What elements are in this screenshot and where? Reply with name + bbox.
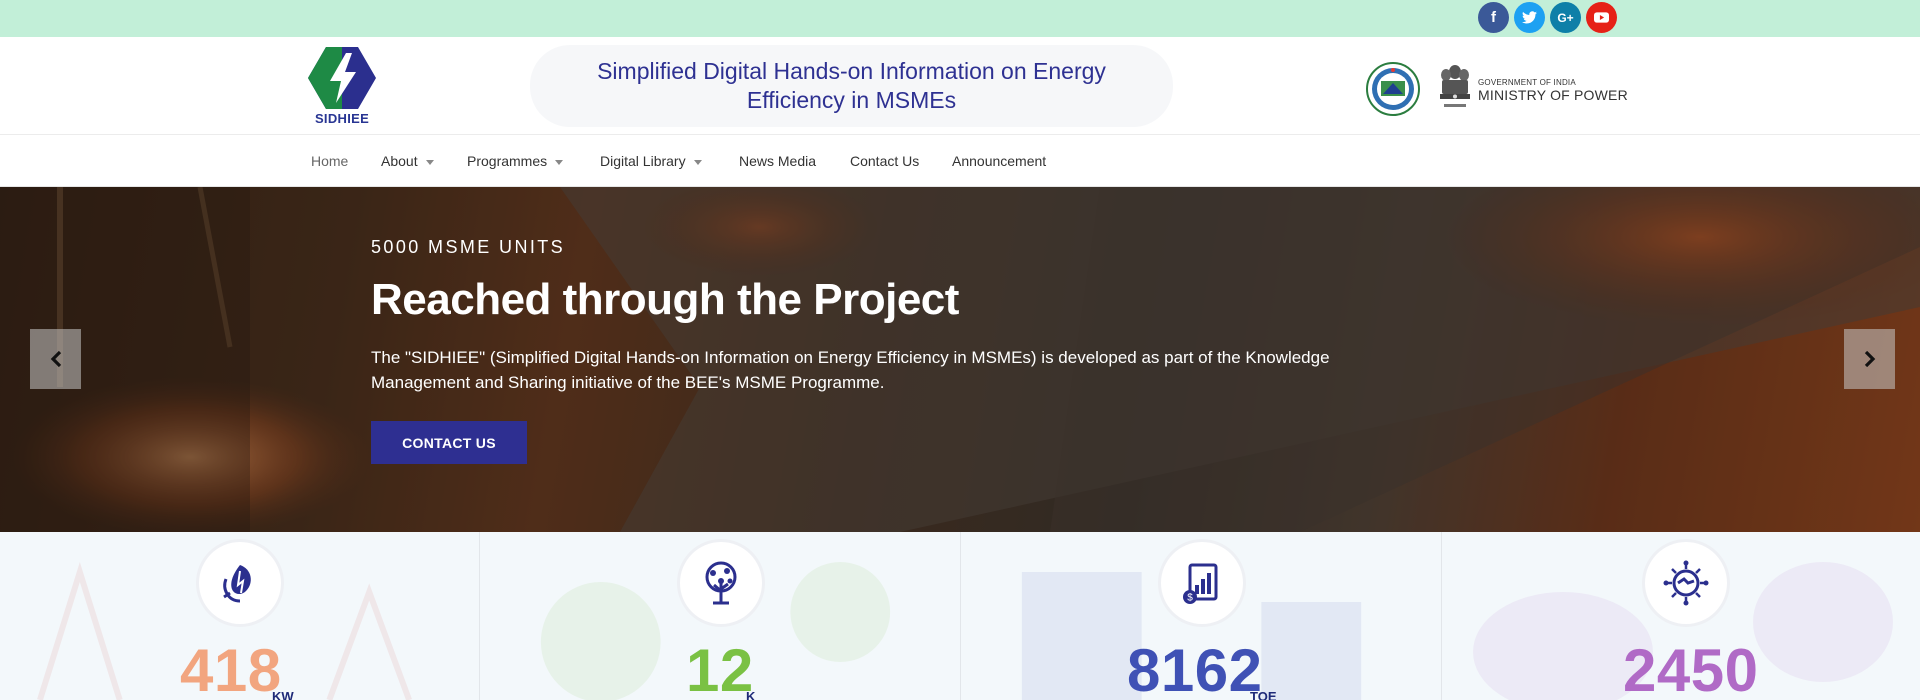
- site-header: SIDHIEE Simplified Digital Hands-on Info…: [0, 37, 1920, 135]
- gov-of-india-label: GOVERNMENT OF INDIA: [1478, 78, 1576, 87]
- stat-card: 2450: [1443, 532, 1920, 700]
- stat-card: $ 8162 TOE: [962, 532, 1442, 700]
- nav-programmes[interactable]: Programmes: [467, 135, 564, 187]
- sidhiee-logo-mark: [308, 47, 376, 109]
- nav-contact-us[interactable]: Contact Us: [850, 135, 919, 187]
- stat-value: 12: [686, 637, 754, 700]
- stat-value: 8162: [1127, 637, 1263, 700]
- main-nav: Home About Programmes Digital Library Ne…: [0, 135, 1920, 187]
- nav-home-label: Home: [311, 153, 349, 169]
- nav-news-media[interactable]: News Media: [739, 135, 816, 187]
- stat-unit: TOE: [1250, 689, 1277, 700]
- bee-seal-logo: [1366, 62, 1420, 116]
- chevron-down-icon: [425, 159, 434, 165]
- nav-home[interactable]: Home: [311, 135, 348, 187]
- slider-prev-button[interactable]: [30, 329, 81, 389]
- stat-value: 418: [180, 637, 282, 700]
- tree-icon: [680, 542, 762, 624]
- sidhiee-logo[interactable]: SIDHIEE: [306, 45, 378, 129]
- chevron-right-icon: [1864, 351, 1875, 367]
- slider-next-button[interactable]: [1844, 329, 1895, 389]
- savings-report-icon: $: [1161, 542, 1243, 624]
- stat-card: 12 K: [481, 532, 961, 700]
- nav-contact-us-label: Contact Us: [850, 153, 920, 169]
- nav-about-label: About: [381, 153, 418, 169]
- nav-news-media-label: News Media: [739, 153, 817, 169]
- nav-digital-library-label: Digital Library: [600, 153, 686, 169]
- chevron-left-icon: [50, 351, 61, 367]
- stat-unit: KW: [272, 689, 294, 700]
- logo-text: SIDHIEE: [314, 111, 370, 126]
- facebook-icon[interactable]: f: [1478, 2, 1509, 33]
- stat-unit: K: [746, 689, 756, 700]
- youtube-icon[interactable]: [1586, 2, 1617, 33]
- ministry-of-power-label: MINISTRY OF POWER: [1478, 87, 1628, 103]
- nav-announcement[interactable]: Announcement: [952, 135, 1046, 187]
- stat-value: 2450: [1623, 637, 1759, 700]
- handshake-network-icon: [1645, 542, 1727, 624]
- nav-digital-library[interactable]: Digital Library: [600, 135, 702, 187]
- hero-eyebrow: 5000 MSME UNITS: [371, 237, 566, 257]
- chevron-down-icon: [693, 159, 702, 165]
- nav-about[interactable]: About: [381, 135, 434, 187]
- top-bar: f G+: [0, 0, 1920, 37]
- contact-us-button[interactable]: CONTACT US: [371, 421, 527, 464]
- stats-strip: 418 KW 12 K $ 8162 TOE 2450: [0, 532, 1920, 700]
- stat-card: 418 KW: [0, 532, 480, 700]
- national-emblem-icon: [1438, 62, 1472, 114]
- nav-announcement-label: Announcement: [952, 153, 1047, 169]
- hero-slider: 5000 MSME UNITS Reached through the Proj…: [0, 187, 1920, 532]
- hero-title: Reached through the Project: [371, 275, 959, 324]
- hero-description: The "SIDHIEE" (Simplified Digital Hands-…: [371, 348, 1330, 392]
- renewable-energy-icon: [199, 542, 281, 624]
- svg-text:$: $: [1187, 593, 1193, 604]
- google-plus-icon[interactable]: G+: [1550, 2, 1581, 33]
- nav-programmes-label: Programmes: [467, 153, 548, 169]
- chevron-down-icon: [555, 159, 564, 165]
- site-title: Simplified Digital Hands-on Information …: [530, 45, 1173, 127]
- twitter-icon[interactable]: [1514, 2, 1545, 33]
